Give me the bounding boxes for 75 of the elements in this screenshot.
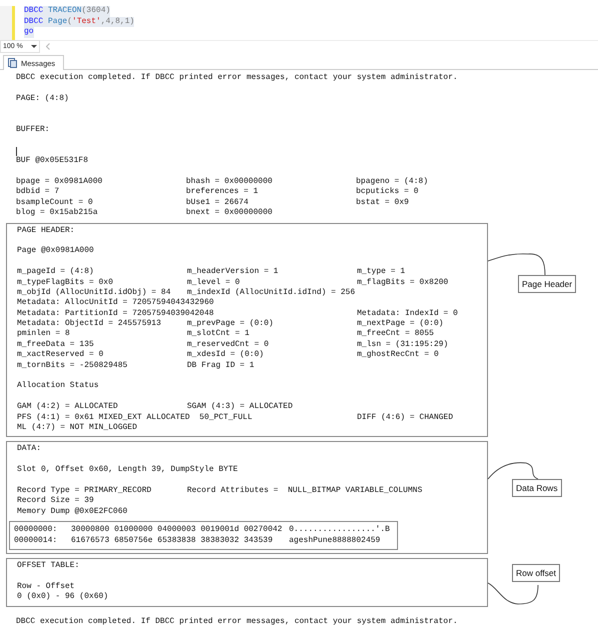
- hex-dump-text: 00000000:: [14, 525, 58, 536]
- output-line: OFFSET TABLE:: [17, 560, 80, 572]
- output-line: BUF @0x05E531F8: [16, 156, 88, 167]
- field-value: m_tornBits = -250829485: [17, 360, 128, 372]
- callout-label: Page Header: [518, 274, 576, 293]
- output-line: BUFFER:: [16, 124, 50, 136]
- output-line: DBCC execution completed. If DBCC printed error messages, contact your system administrator.: [16, 73, 458, 84]
- field-value: m_flagBits = 0x8200: [357, 278, 448, 288]
- field-value: m_indexId (AllocUnitId.idInd) = 256: [187, 288, 356, 298]
- field-value: DIFF (4:6) = CHANGED: [357, 412, 454, 423]
- leader-line: [488, 462, 538, 480]
- field-value: m_prevPage = (0:0): [187, 319, 274, 329]
- hex-dump-text: ageshPune8888802459: [289, 536, 380, 546]
- field-value: m_freeData = 135: [17, 340, 94, 350]
- field-value: bpage = 0x0981A000: [16, 176, 102, 187]
- output-line: Allocation Status: [17, 381, 99, 392]
- field-value: pminlen = 8: [17, 329, 70, 340]
- text-cursor-icon: [16, 146, 17, 156]
- field-value: Metadata: AllocUnitId = 72057594043432960: [17, 298, 214, 309]
- output-line: Memory Dump @0x0E2FC060: [17, 506, 128, 518]
- output-line: PAGE: (4:8): [16, 94, 69, 104]
- field-value: Record Type = PRIMARY_RECORD: [17, 486, 152, 496]
- field-value: bsampleCount = 0: [16, 198, 93, 208]
- field-value: PFS (4:1) = 0x61 MIXED_EXT ALLOCATED 50_PCT_FULL: [17, 412, 252, 423]
- field-value: DB Frag ID = 1: [187, 360, 254, 372]
- field-value: Record Attributes = NULL_BITMAP VARIABLE_COLUMNS: [187, 486, 422, 496]
- field-value: breferences = 1: [186, 187, 258, 198]
- field-value: m_headerVersion = 1: [187, 267, 278, 278]
- field-value: m_lsn = (31:195:29): [357, 340, 448, 350]
- field-value: Metadata: IndexId = 0: [357, 308, 458, 319]
- field-value: m_type = 1: [357, 267, 406, 278]
- field-value: Metadata: PartitionId = 72057594039042048: [17, 308, 214, 319]
- output-line: DATA:: [17, 444, 42, 455]
- field-value: m_xactReserved = 0: [17, 350, 104, 361]
- field-value: SGAM (4:3) = ALLOCATED: [187, 402, 293, 413]
- field-value: bcputicks = 0: [356, 187, 418, 198]
- field-value: m_typeFlagBits = 0x0: [17, 278, 114, 288]
- change-marker: [12, 6, 15, 40]
- scroll-left-icon[interactable]: [46, 43, 50, 50]
- field-value: bdbid = 7: [16, 187, 60, 198]
- field-value: ML (4:7) = NOT MIN_LOGGED: [17, 423, 138, 434]
- leader-line: [488, 253, 546, 275]
- field-value: m_nextPage = (0:0): [357, 319, 444, 329]
- field-value: m_reservedCnt = 0: [187, 340, 269, 350]
- field-value: bstat = 0x9: [356, 198, 409, 208]
- document-icon: [8, 58, 17, 68]
- field-value: bhash = 0x00000000: [186, 176, 272, 187]
- output-line: PAGE HEADER:: [17, 226, 75, 236]
- callout-label: Row offset: [512, 564, 560, 582]
- hex-dump-text: 61676573 6850756e 65383838 38383032 343539: [71, 536, 273, 546]
- field-value: m_pageId = (4:8): [17, 267, 94, 278]
- output-line: Page @0x0981A000: [17, 246, 94, 257]
- field-value: m_slotCnt = 1: [187, 329, 250, 340]
- field-value: bUse1 = 26674: [186, 198, 248, 208]
- hex-dump-text: 30000800 01000000 04000003 0019001d 00270042: [71, 525, 282, 536]
- field-value: blog = 0x15ab215a: [16, 208, 98, 219]
- output-line: Record Size = 39: [17, 496, 94, 507]
- field-value: m_ghostRecCnt = 0: [357, 350, 439, 361]
- caret-icon: [30, 44, 37, 48]
- output-line: Row - Offset: [17, 582, 75, 592]
- field-value: GAM (4:2) = ALLOCATED: [17, 402, 118, 413]
- hex-dump-text: 00000014:: [14, 536, 58, 546]
- field-value: bnext = 0x00000000: [186, 208, 272, 219]
- output-line: DBCC execution completed. If DBCC printed error messages, contact your system administrator.: [16, 616, 458, 628]
- field-value: bpageno = (4:8): [356, 176, 428, 187]
- field-value: m_level = 0: [187, 278, 240, 288]
- field-value: m_xdesId = (0:0): [187, 350, 264, 361]
- hex-dump-text: 0.................'.B: [289, 525, 390, 536]
- callout-label: Data Rows: [512, 479, 562, 498]
- field-value: m_freeCnt = 8055: [357, 329, 434, 340]
- field-value: Metadata: ObjectId = 245575913: [17, 319, 162, 329]
- leader-line: [488, 582, 538, 604]
- field-value: m_objId (AllocUnitId.idObj) = 84: [17, 288, 171, 298]
- output-line: Slot 0, Offset 0x60, Length 39, DumpStyle BYTE: [17, 465, 238, 476]
- output-line: 0 (0x0) - 96 (0x60): [17, 592, 108, 603]
